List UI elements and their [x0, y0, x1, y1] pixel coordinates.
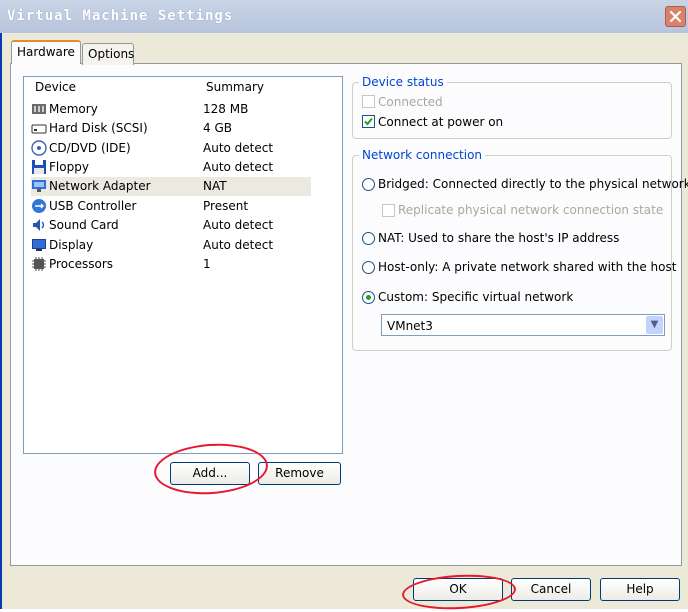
host-only-radio[interactable] [362, 261, 375, 274]
device-status-group [352, 82, 672, 139]
device-summary: Auto detect [203, 141, 274, 155]
hard-disk-icon [31, 120, 47, 136]
device-row-cd-dvd[interactable]: CD/DVD (IDE) Auto detect [31, 139, 311, 158]
check-icon [364, 117, 373, 126]
close-button[interactable] [665, 6, 686, 27]
device-name: CD/DVD (IDE) [49, 141, 131, 155]
device-status-label: Device status [359, 75, 447, 89]
custom-label: Custom: Specific virtual network [378, 290, 574, 304]
device-name: Hard Disk (SCSI) [49, 121, 148, 135]
host-only-label: Host-only: A private network shared with… [378, 260, 677, 274]
device-row-processors[interactable]: Processors 1 [31, 255, 311, 274]
cancel-button[interactable]: Cancel [511, 578, 591, 601]
device-row-floppy[interactable]: Floppy Auto detect [31, 158, 311, 177]
device-summary: Auto detect [203, 218, 274, 232]
close-icon [669, 10, 682, 23]
device-summary: NAT [203, 179, 227, 193]
device-summary: 4 GB [203, 121, 232, 135]
device-row-network-adapter[interactable]: Network Adapter NAT [31, 177, 311, 196]
replicate-checkbox[interactable] [382, 204, 395, 217]
title-bar: Virtual Machine Settings [0, 0, 688, 33]
device-summary: Auto detect [203, 160, 274, 174]
tab-hardware[interactable]: Hardware [11, 40, 81, 64]
vmnet-value: VMnet3 [387, 319, 433, 333]
replicate-label: Replicate physical network connection st… [398, 203, 664, 217]
tab-options[interactable]: Options [82, 43, 134, 65]
device-summary: 1 [203, 257, 211, 271]
device-row-sound-card[interactable]: Sound Card Auto detect [31, 216, 311, 235]
connect-at-power-on-label: Connect at power on [378, 115, 504, 129]
device-summary: Present [203, 199, 249, 213]
cd-dvd-icon [31, 140, 47, 156]
memory-icon [31, 101, 47, 117]
processor-icon [31, 256, 47, 272]
device-name: Sound Card [49, 218, 119, 232]
device-name: USB Controller [49, 199, 137, 213]
device-row-hard-disk[interactable]: Hard Disk (SCSI) 4 GB [31, 119, 311, 138]
chevron-down-icon[interactable]: ▼ [646, 316, 663, 334]
device-summary: 128 MB [203, 102, 249, 116]
display-icon [31, 237, 47, 253]
connected-checkbox[interactable] [362, 95, 375, 108]
device-row-display[interactable]: Display Auto detect [31, 236, 311, 255]
network-connection-label: Network connection [359, 148, 486, 162]
device-name: Floppy [49, 160, 89, 174]
help-button[interactable]: Help [600, 578, 680, 601]
summary-column-header[interactable]: Summary [206, 80, 264, 94]
device-name: Memory [49, 102, 98, 116]
device-row-usb-controller[interactable]: USB Controller Present [31, 197, 311, 216]
device-name: Processors [49, 257, 114, 271]
bridged-radio[interactable] [362, 178, 375, 191]
floppy-icon [31, 159, 47, 175]
window-title: Virtual Machine Settings [7, 8, 234, 24]
bridged-label: Bridged: Connected directly to the physi… [378, 177, 688, 191]
vmnet-select[interactable]: VMnet3 ▼ [381, 314, 665, 336]
device-summary: Auto detect [203, 238, 274, 252]
device-column-header[interactable]: Device [35, 80, 76, 94]
device-name: Network Adapter [49, 179, 151, 193]
remove-button[interactable]: Remove [258, 462, 341, 485]
nat-radio[interactable] [362, 232, 375, 245]
connected-label: Connected [378, 95, 443, 109]
network-adapter-icon [31, 178, 47, 194]
custom-radio[interactable] [362, 291, 375, 304]
connect-at-power-on-checkbox[interactable] [362, 115, 375, 128]
device-row-memory[interactable]: Memory 128 MB [31, 100, 311, 119]
device-name: Display [49, 238, 94, 252]
usb-icon [31, 198, 47, 214]
sound-card-icon [31, 217, 47, 233]
nat-label: NAT: Used to share the host's IP address [378, 231, 620, 245]
